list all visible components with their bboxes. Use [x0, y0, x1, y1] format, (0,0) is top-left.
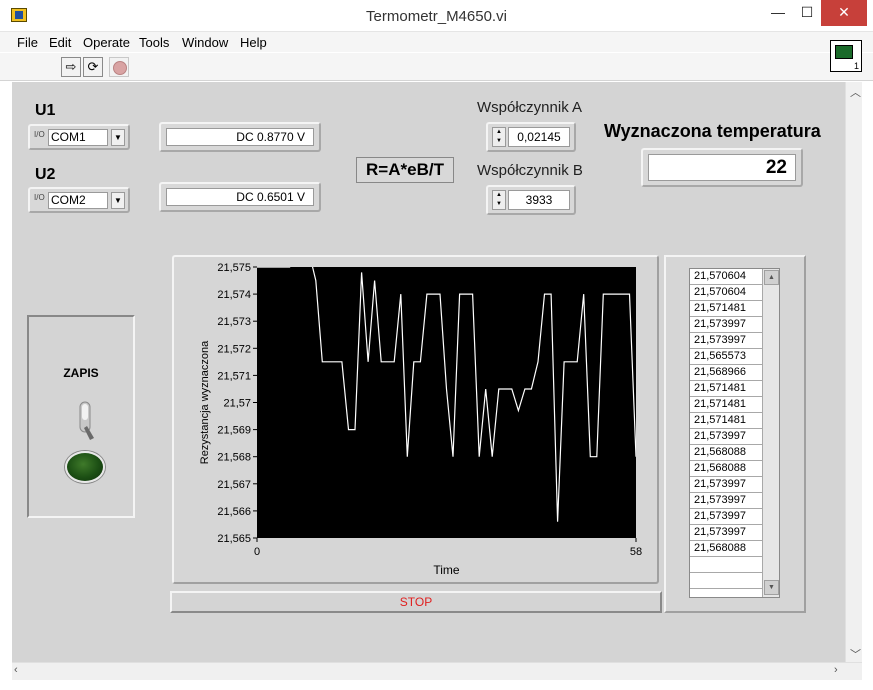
horizontal-scrollbar[interactable]: ‹ › [12, 662, 862, 680]
table-cell[interactable]: 21,571481 [690, 381, 762, 397]
y-tick-label: 21,568 [217, 452, 251, 464]
table-cell[interactable]: 21,573997 [690, 493, 762, 509]
formula-label: R=A*eB/T [356, 157, 454, 183]
menu-bar [0, 32, 873, 52]
y-tick-label: 21,565 [217, 533, 251, 545]
table-cell[interactable]: 21,573997 [690, 477, 762, 493]
u1-reading-indicator: DC 0.8770 V [159, 122, 321, 152]
table-cell[interactable]: 21,568088 [690, 461, 762, 477]
y-tick-label: 21,573 [217, 316, 251, 328]
table-scroll-down-icon[interactable]: ▼ [764, 580, 779, 595]
y-tick-label: 21,57 [223, 398, 251, 410]
scroll-right-icon[interactable]: › [834, 664, 838, 676]
table-cell[interactable]: 21,570604 [690, 285, 762, 301]
chevron-down-icon[interactable]: ▼ [111, 129, 125, 146]
u1-reading-value: DC 0.8770 V [166, 128, 314, 146]
menu-edit[interactable]: Edit [49, 35, 71, 50]
table-cell-empty[interactable] [690, 557, 762, 573]
x-axis-label: Time [433, 563, 460, 577]
u2-port-value[interactable]: COM2 [48, 192, 108, 209]
plot-area [257, 267, 636, 538]
coef-a-value[interactable]: 0,02145 [508, 127, 570, 147]
u1-label: U1 [35, 102, 56, 119]
scroll-down-icon[interactable]: ﹀ [850, 646, 861, 662]
table-scroll-up-icon[interactable]: ▲ [764, 270, 779, 285]
chevron-down-icon[interactable]: ▼ [111, 192, 125, 209]
vertical-scrollbar[interactable]: ︿ ﹀ [845, 82, 862, 662]
table-cell[interactable]: 21,573997 [690, 509, 762, 525]
menu-window[interactable]: Window [182, 35, 228, 50]
u2-label: U2 [35, 166, 56, 183]
y-axis-label: Rezystancja wyznaczona [199, 340, 211, 464]
u2-port-select[interactable]: I/O COM2 ▼ [28, 187, 130, 213]
y-tick-label: 21,574 [217, 289, 251, 301]
close-button[interactable]: ✕ [821, 0, 867, 26]
vi-connector-icon[interactable] [830, 40, 862, 72]
y-tick-label: 21,575 [217, 262, 251, 274]
table-cell[interactable]: 21,573997 [690, 429, 762, 445]
table-cell[interactable]: 21,565573 [690, 349, 762, 365]
u1-port-value[interactable]: COM1 [48, 129, 108, 146]
y-tick-label: 21,567 [217, 479, 251, 491]
temperature-value: 22 [648, 154, 796, 181]
u2-reading-value: DC 0.6501 V [166, 188, 314, 206]
u2-reading-indicator: DC 0.6501 V [159, 182, 321, 212]
menu-file[interactable]: File [17, 35, 38, 50]
coef-b-control[interactable]: ▲ ▼ 3933 [486, 185, 576, 215]
x-tick-label: 0 [254, 546, 260, 558]
table-cell[interactable]: 21,571481 [690, 301, 762, 317]
table-scrollbar[interactable]: ▲ ▼ [762, 269, 779, 597]
menu-help[interactable]: Help [240, 35, 267, 50]
scroll-up-icon[interactable]: ︿ [850, 84, 861, 100]
coef-b-label: Współczynnik B [477, 162, 583, 179]
u1-port-select[interactable]: I/O COM1 ▼ [28, 124, 130, 150]
toolbar [0, 53, 873, 81]
scroll-left-icon[interactable]: ‹ [14, 664, 18, 676]
y-tick-label: 21,566 [217, 506, 251, 518]
y-tick-label: 21,569 [217, 425, 251, 437]
y-tick-label: 21,572 [217, 343, 251, 355]
table-cell-empty[interactable] [690, 573, 762, 589]
abort-icon[interactable] [109, 57, 129, 77]
stop-button[interactable]: STOP [170, 591, 662, 613]
temperature-indicator: 22 [641, 148, 803, 187]
table-cell[interactable]: 21,568088 [690, 541, 762, 557]
coef-a-control[interactable]: ▲ ▼ 0,02145 [486, 122, 576, 152]
values-table-column: 21,570604 21,570604 21,571481 21,573997 21,5… [690, 269, 762, 597]
table-cell[interactable]: 21,568966 [690, 365, 762, 381]
zapis-label: ZAPIS [63, 366, 99, 380]
minimize-button[interactable]: — [763, 0, 793, 26]
table-cell[interactable]: 21,573997 [690, 317, 762, 333]
table-cell[interactable]: 21,573997 [690, 333, 762, 349]
increment-decrement-icon[interactable]: ▲ ▼ [492, 127, 506, 147]
table-cell[interactable]: 21,573997 [690, 525, 762, 541]
table-cell[interactable]: 21,568088 [690, 445, 762, 461]
increment-decrement-icon[interactable]: ▲ ▼ [492, 190, 506, 210]
coef-b-value[interactable]: 3933 [508, 190, 570, 210]
table-cell[interactable]: 21,571481 [690, 397, 762, 413]
toggle-switch-icon[interactable] [78, 400, 96, 440]
menu-operate[interactable]: Operate [83, 35, 130, 50]
chart-svg: 21,575 21,574 21,573 21,572 21,571 21,57 21,56… [199, 262, 642, 577]
table-cell[interactable]: 21,571481 [690, 413, 762, 429]
led-indicator[interactable] [65, 451, 105, 483]
window-title: Termometr_M4650.vi [366, 8, 507, 25]
coef-a-label: Współczynnik A [477, 99, 583, 116]
menu-tools[interactable]: Tools [139, 35, 169, 50]
run-continuously-icon[interactable]: ⟳ [83, 57, 103, 77]
run-arrow-icon[interactable]: ⇨ [61, 57, 81, 77]
maximize-button[interactable]: ☐ [793, 0, 821, 26]
io-icon: I/O [34, 193, 45, 202]
y-tick-label: 21,571 [217, 370, 251, 382]
table-cell[interactable]: 21,570604 [690, 269, 762, 285]
io-icon: I/O [34, 130, 45, 139]
temperature-label: Wyznaczona temperatura [604, 121, 821, 141]
x-tick-label: 58 [630, 546, 642, 558]
